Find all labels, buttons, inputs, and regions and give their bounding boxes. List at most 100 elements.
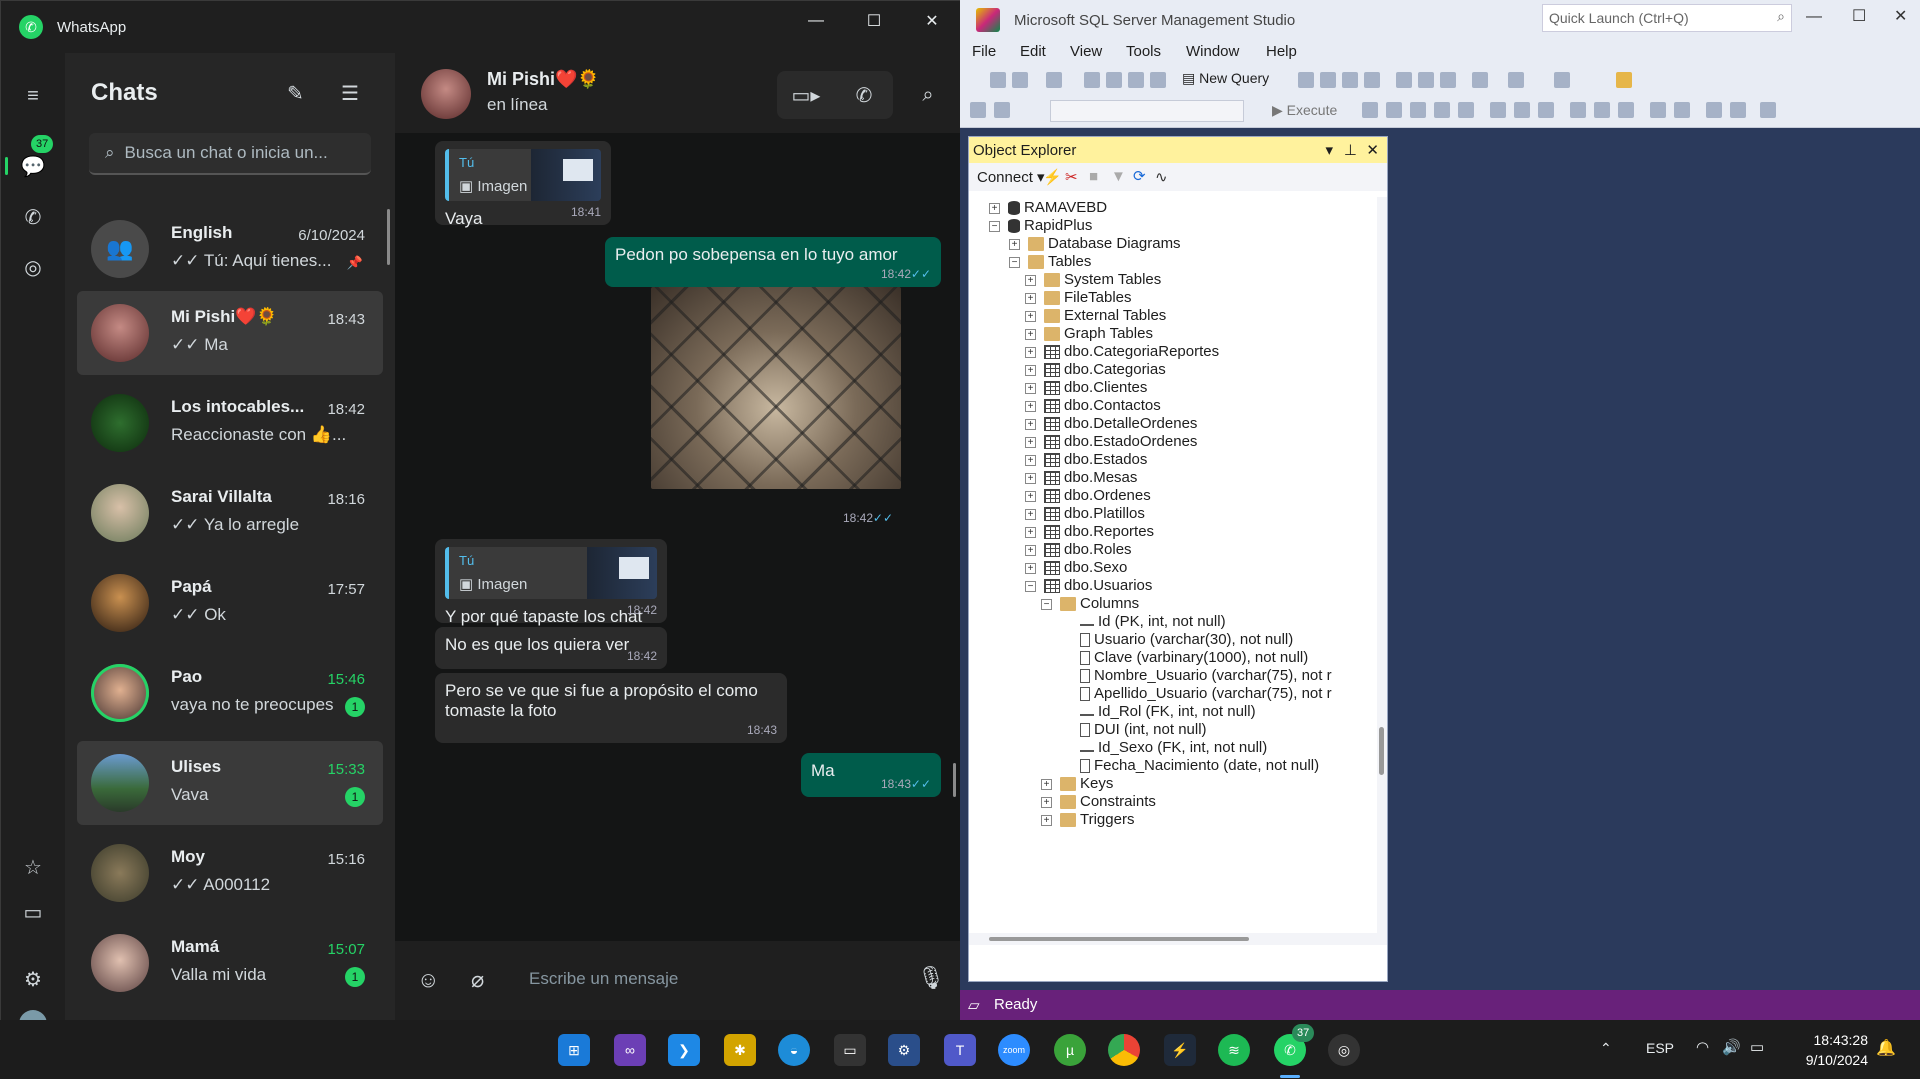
expand-icon[interactable]: +	[1025, 526, 1036, 538]
close-button[interactable]: ✕	[903, 1, 961, 41]
chat-item-mi-pishi[interactable]: Mi Pishi❤️🌻 18:43 ✓✓ Ma	[77, 291, 383, 375]
expand-icon[interactable]: +	[1025, 490, 1036, 502]
results-file-icon[interactable]	[1618, 102, 1634, 118]
expand-icon[interactable]: +	[989, 202, 1000, 214]
decrease-indent-icon[interactable]	[1706, 102, 1722, 118]
clock[interactable]: 18:43:28 9/10/2024	[1806, 1030, 1868, 1070]
connect-button[interactable]: Connect ▾	[977, 169, 1045, 186]
xmla-query-icon[interactable]	[1342, 72, 1358, 88]
database-dropdown[interactable]	[1050, 100, 1244, 122]
dmx-query-icon[interactable]	[1320, 72, 1336, 88]
tree-node[interactable]: + Triggers	[1041, 809, 1134, 831]
menu-tools[interactable]: Tools	[1126, 43, 1161, 60]
disconnect-icon[interactable]: ✂	[1065, 168, 1078, 186]
cancel-query-icon[interactable]	[1362, 102, 1378, 118]
query-options-icon[interactable]	[1458, 102, 1474, 118]
collapse-icon[interactable]: −	[989, 220, 1000, 232]
zoom-icon[interactable]: zoom	[998, 1034, 1030, 1066]
client-stats-icon[interactable]	[1538, 102, 1554, 118]
video-call-icon[interactable]: ▭▸	[777, 71, 835, 119]
messages-scrollbar[interactable]	[953, 763, 956, 797]
expand-icon[interactable]: +	[1025, 436, 1036, 448]
save-icon[interactable]	[1128, 72, 1144, 88]
refresh-icon[interactable]: ⟳	[1133, 167, 1146, 185]
chat-item-los-intocables[interactable]: Los intocables... 18:42 Reaccionaste con…	[77, 381, 383, 465]
messages-area[interactable]: Tú ▣ Imagen Vaya 18:41 Pedon po sobepens…	[395, 133, 961, 941]
live-stats-icon[interactable]	[1514, 102, 1530, 118]
dropdown-icon[interactable]: ▾	[1325, 141, 1333, 159]
new-query-button[interactable]: ▤ New Query	[1182, 70, 1269, 87]
obs-icon[interactable]: ◎	[1328, 1034, 1360, 1066]
expand-icon[interactable]: +	[1009, 238, 1020, 250]
visual-studio-icon[interactable]: ∞	[614, 1034, 646, 1066]
conversation-header[interactable]: Mi Pishi❤️🌻 en línea ▭▸ ✆ ⌕	[395, 53, 961, 133]
paste-icon[interactable]	[1440, 72, 1456, 88]
expand-icon[interactable]: +	[1041, 796, 1052, 808]
query-designer-icon[interactable]	[1434, 102, 1450, 118]
redo-icon[interactable]	[1508, 72, 1524, 88]
minimize-button[interactable]: —	[1806, 8, 1822, 26]
quick-launch-input[interactable]: Quick Launch (Ctrl+Q) ⌕	[1542, 4, 1792, 32]
menu-icon[interactable]: ≡	[19, 82, 47, 110]
vertical-scroll-thumb[interactable]	[1379, 727, 1384, 775]
mdx-query-icon[interactable]	[1298, 72, 1314, 88]
new-chat-icon[interactable]: ✎	[287, 81, 304, 106]
menu-view[interactable]: View	[1070, 43, 1102, 60]
expand-icon[interactable]: +	[1025, 292, 1036, 304]
expand-icon[interactable]: +	[1025, 328, 1036, 340]
specify-values-icon[interactable]	[1760, 102, 1776, 118]
save-all-icon[interactable]	[1150, 72, 1166, 88]
message-incoming[interactable]: Tú ▣ Imagen Vaya 18:41	[435, 141, 611, 228]
microphone-icon[interactable]: 🎙	[917, 965, 945, 991]
open-file-icon[interactable]	[1084, 72, 1100, 88]
activity-monitor-icon[interactable]	[1554, 72, 1570, 88]
find-icon[interactable]	[1616, 72, 1632, 88]
parse-icon[interactable]	[1386, 102, 1402, 118]
connect-icon[interactable]	[970, 102, 986, 118]
chat-item-mama[interactable]: Mamá 15:07 Valla mi vida 1	[77, 921, 383, 1005]
expand-icon[interactable]: +	[1025, 562, 1036, 574]
expand-icon[interactable]: +	[1025, 508, 1036, 520]
collapse-icon[interactable]: −	[1009, 256, 1020, 268]
vscode-icon[interactable]: ❯	[668, 1034, 700, 1066]
voice-call-icon[interactable]: ✆	[835, 71, 893, 119]
message-incoming[interactable]: Tú ▣ Imagen Y por qué tapaste los chat 1…	[435, 539, 667, 626]
horizontal-scroll-thumb[interactable]	[989, 937, 1249, 941]
increase-indent-icon[interactable]	[1730, 102, 1746, 118]
connect-object-explorer-icon[interactable]: ⚡	[1043, 168, 1062, 186]
collapse-icon[interactable]: −	[1041, 598, 1052, 610]
expand-icon[interactable]: +	[1025, 400, 1036, 412]
chat-item-english[interactable]: 👥 English 6/10/2024 ✓✓ Tú: Aquí tienes..…	[77, 207, 383, 291]
undo-icon[interactable]	[1472, 72, 1488, 88]
maximize-button[interactable]: ☐	[1852, 6, 1866, 26]
uncomment-icon[interactable]	[1674, 102, 1690, 118]
copy-icon[interactable]	[1418, 72, 1434, 88]
tree-horizontal-scrollbar[interactable]	[969, 933, 1387, 945]
expand-icon[interactable]: +	[1025, 310, 1036, 322]
results-text-icon[interactable]	[1570, 102, 1586, 118]
maximize-button[interactable]: ☐	[845, 1, 903, 41]
menu-edit[interactable]: Edit	[1020, 43, 1046, 60]
attach-icon[interactable]: ⌀	[471, 967, 484, 993]
search-icon[interactable]: ⌕	[899, 71, 957, 119]
object-explorer-tree[interactable]: + RAMAVEBD − RapidPlus + Database Diagrams − Ta…	[969, 197, 1377, 933]
collapse-icon[interactable]: −	[1025, 580, 1036, 592]
settings-gear-icon[interactable]: ⚙	[888, 1034, 920, 1066]
teams-icon[interactable]: T	[944, 1034, 976, 1066]
chats-icon[interactable]: 💬	[19, 152, 47, 180]
change-connection-icon[interactable]	[994, 102, 1010, 118]
starred-icon[interactable]: ☆	[19, 853, 47, 881]
forward-icon[interactable]	[1012, 72, 1028, 88]
open-folder-icon[interactable]	[1106, 72, 1122, 88]
expand-icon[interactable]: +	[1041, 778, 1052, 790]
archive-icon[interactable]: ▭	[19, 898, 47, 926]
stop-icon[interactable]: ■	[1089, 168, 1098, 185]
new-project-icon[interactable]	[1046, 72, 1062, 88]
wifi-icon[interactable]: ◠	[1696, 1038, 1709, 1056]
expand-icon[interactable]: +	[1025, 472, 1036, 484]
menu-help[interactable]: Help	[1266, 43, 1297, 60]
menu-window[interactable]: Window	[1186, 43, 1239, 60]
close-button[interactable]: ✕	[1894, 6, 1907, 26]
cli-app-icon[interactable]: ⚡	[1164, 1034, 1196, 1066]
cut-icon[interactable]	[1396, 72, 1412, 88]
